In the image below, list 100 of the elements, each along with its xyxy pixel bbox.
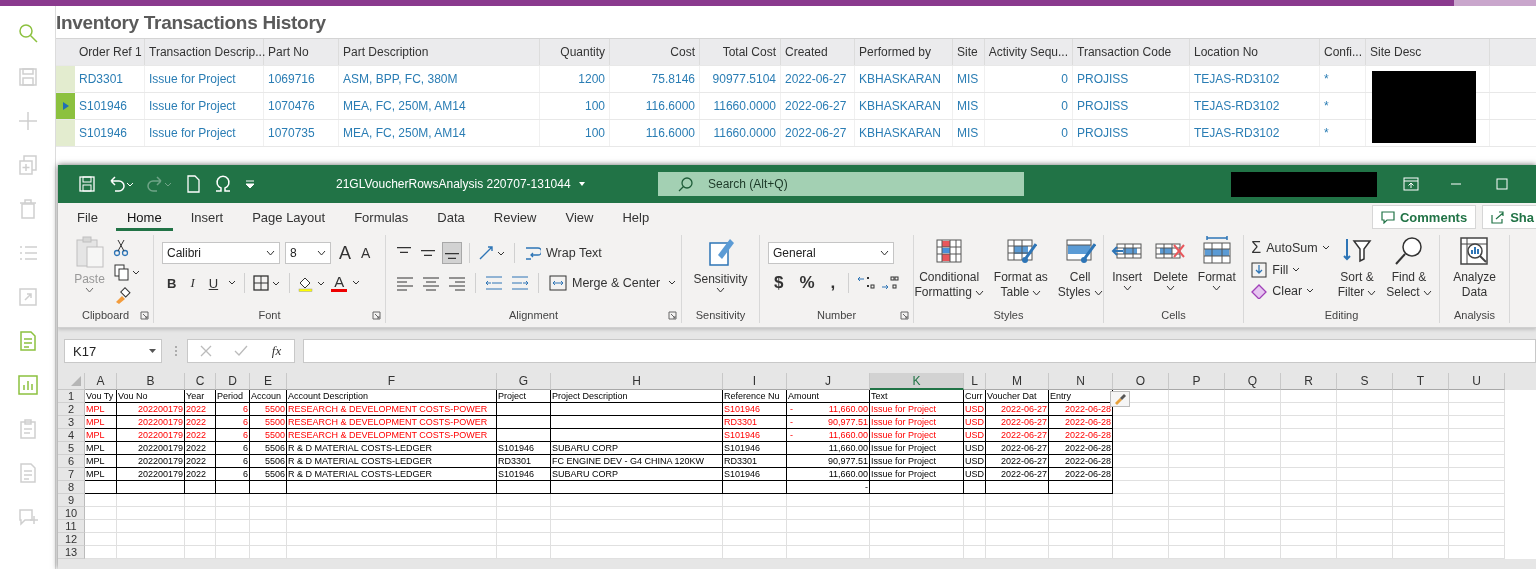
touch-mode-icon[interactable] — [214, 175, 232, 193]
sensitivity-button[interactable]: Sensitivity — [690, 235, 751, 293]
column-header[interactable]: F — [287, 373, 497, 390]
caret-icon[interactable] — [351, 279, 362, 287]
delete-button[interactable]: Delete — [1150, 235, 1191, 291]
column-header[interactable]: K — [870, 373, 964, 390]
wrap-text-button[interactable]: Wrap Text — [522, 243, 605, 263]
column-header[interactable]: Cost — [670, 45, 695, 59]
caret-icon[interactable] — [317, 250, 326, 256]
ribbon-tab[interactable]: Help — [611, 203, 661, 231]
orientation-icon[interactable] — [477, 244, 507, 262]
column-header[interactable]: O — [1113, 373, 1169, 390]
caret-icon[interactable] — [148, 348, 157, 354]
font-name-dropdown[interactable]: Calibri — [162, 242, 280, 264]
column-header[interactable]: T — [1393, 373, 1449, 390]
autosum-button[interactable]: Σ AutoSum — [1248, 237, 1321, 259]
column-header[interactable]: R — [1281, 373, 1337, 390]
text-align-icon[interactable] — [420, 274, 442, 292]
dialog-launcher-icon[interactable] — [140, 311, 149, 320]
column-header[interactable]: U — [1449, 373, 1505, 390]
column-header[interactable]: B — [117, 373, 185, 390]
insert-button[interactable]: Insert — [1108, 235, 1147, 291]
column-header[interactable]: I — [723, 373, 787, 390]
column-header[interactable]: Quantity — [560, 45, 605, 59]
grow-font-button[interactable]: A — [336, 242, 354, 264]
text-align-icon[interactable] — [394, 274, 416, 292]
row-header[interactable]: 2 — [58, 403, 85, 416]
font-style-button[interactable]: U — [203, 275, 224, 291]
font-style-button[interactable]: I — [185, 275, 200, 291]
cellstyles-button[interactable]: Cell Styles — [1054, 235, 1106, 300]
column-header[interactable]: Part Description — [343, 45, 429, 59]
font-style-button[interactable]: B — [162, 275, 182, 291]
row-header[interactable]: 4 — [58, 429, 85, 442]
comments-button[interactable]: Comments — [1371, 205, 1477, 229]
maximize-icon[interactable] — [1495, 177, 1509, 191]
table-button[interactable]: Format as Table — [990, 235, 1051, 300]
column-header[interactable]: L — [964, 373, 986, 390]
row-header[interactable]: 13 — [58, 546, 85, 559]
number-style-button[interactable]: % — [793, 273, 821, 293]
column-header[interactable]: G — [497, 373, 551, 390]
dialog-launcher-icon[interactable] — [668, 311, 677, 320]
dialog-launcher-icon[interactable] — [900, 311, 909, 320]
vertical-align-button[interactable] — [442, 242, 462, 264]
decrease-decimal-icon[interactable] — [880, 274, 901, 292]
column-header[interactable]: D — [216, 373, 250, 390]
column-header[interactable]: C — [185, 373, 216, 390]
column-header[interactable]: Created — [785, 45, 828, 59]
save-icon[interactable] — [78, 175, 96, 193]
row-selector[interactable] — [56, 93, 75, 119]
share-button[interactable]: Sha — [1482, 205, 1536, 229]
undo-icon[interactable] — [108, 175, 134, 193]
row-header[interactable]: 3 — [58, 416, 85, 429]
ribbon-tab[interactable]: View — [554, 203, 605, 231]
row-header[interactable]: 9 — [58, 494, 85, 507]
column-header[interactable]: Order Ref 1 — [79, 45, 142, 59]
column-header[interactable]: E — [250, 373, 287, 390]
clear-button[interactable]: Clear — [1248, 281, 1306, 301]
insert-function-button[interactable]: fx — [269, 343, 284, 359]
checkmark-icon[interactable] — [234, 344, 249, 358]
ribbon-tab[interactable]: Insert — [179, 203, 235, 231]
caret-icon[interactable] — [880, 250, 889, 256]
row-header[interactable]: 10 — [58, 507, 85, 520]
ribbon-display-icon[interactable] — [1403, 177, 1419, 191]
column-header[interactable]: S — [1337, 373, 1393, 390]
analyze-button[interactable]: Analyze Data — [1450, 235, 1499, 300]
column-header[interactable]: Site Desc — [1370, 45, 1422, 59]
row-header[interactable]: 1 — [58, 390, 85, 403]
row-header[interactable]: 8 — [58, 481, 85, 494]
column-header[interactable]: Confi... — [1324, 45, 1362, 59]
number-style-button[interactable]: $ — [768, 273, 790, 293]
caret-icon[interactable] — [667, 279, 678, 287]
column-header[interactable]: N — [1049, 373, 1113, 390]
number-style-button[interactable]: , — [824, 273, 842, 293]
column-header[interactable]: P — [1169, 373, 1225, 390]
scissors-icon[interactable] — [112, 239, 129, 257]
sort-button[interactable]: Sort & Filter — [1334, 235, 1380, 300]
copy-icon[interactable] — [112, 263, 141, 281]
column-header[interactable]: Total Cost — [722, 45, 776, 59]
caret-icon[interactable] — [227, 279, 238, 287]
ribbon-tab[interactable]: Formulas — [343, 203, 420, 231]
row-header[interactable]: 11 — [58, 520, 85, 533]
shrink-font-button[interactable]: A — [358, 245, 374, 261]
ribbon-tab[interactable]: Data — [426, 203, 476, 231]
increase-decimal-icon[interactable] — [856, 274, 877, 292]
text-align-icon[interactable] — [446, 274, 468, 292]
row-header[interactable]: 7 — [58, 468, 85, 481]
row-header[interactable]: 5 — [58, 442, 85, 455]
column-header[interactable]: Transaction Descrip... — [149, 45, 266, 59]
column-header[interactable]: M — [986, 373, 1049, 390]
column-header[interactable]: Q — [1225, 373, 1281, 390]
column-header[interactable]: Site — [957, 45, 978, 59]
new-document-icon[interactable] — [184, 175, 202, 193]
file-name[interactable]: 21GLVoucherRowsAnalysis 220707-131044 — [336, 177, 571, 191]
number-format-dropdown[interactable]: General — [768, 242, 894, 264]
column-header[interactable]: Performed by — [859, 45, 932, 59]
column-header[interactable]: Location No — [1194, 45, 1259, 59]
ribbon-tab[interactable]: Page Layout — [241, 203, 337, 231]
paste-options-icon[interactable] — [1110, 391, 1130, 407]
row-header[interactable]: 12 — [58, 533, 85, 546]
caret-icon[interactable] — [1305, 287, 1316, 295]
